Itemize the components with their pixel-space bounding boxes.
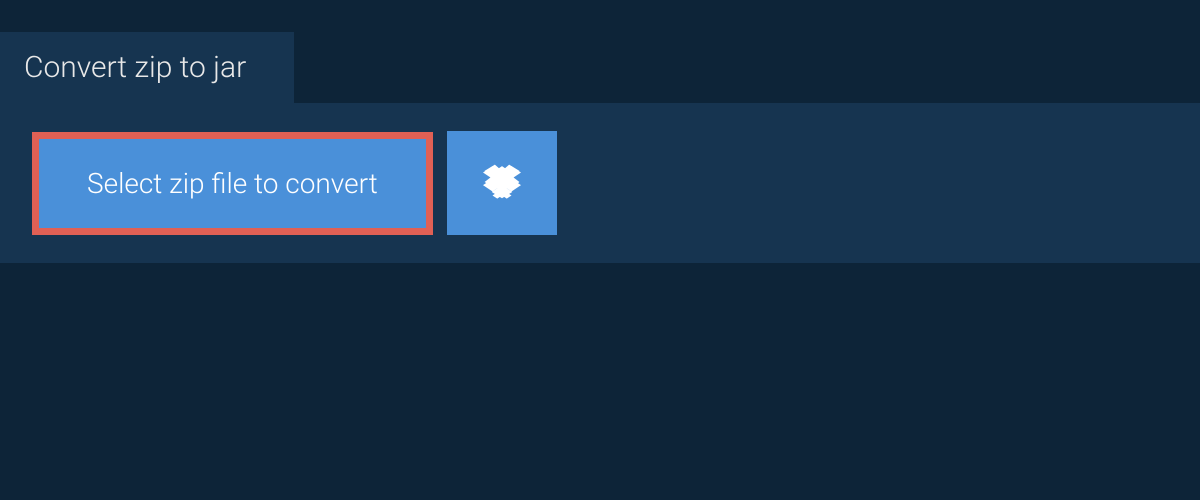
dropbox-icon [483, 163, 521, 204]
dropbox-upload-button[interactable] [447, 131, 557, 235]
tab-label: Convert zip to jar [24, 50, 246, 85]
select-file-button[interactable]: Select zip file to convert [39, 139, 426, 228]
tab-convert-zip-to-jar[interactable]: Convert zip to jar [0, 32, 294, 103]
select-file-highlight: Select zip file to convert [32, 132, 433, 235]
select-file-label: Select zip file to convert [87, 167, 378, 200]
tab-strip: Convert zip to jar [0, 0, 1200, 103]
converter-panel: Select zip file to convert [0, 103, 1200, 263]
